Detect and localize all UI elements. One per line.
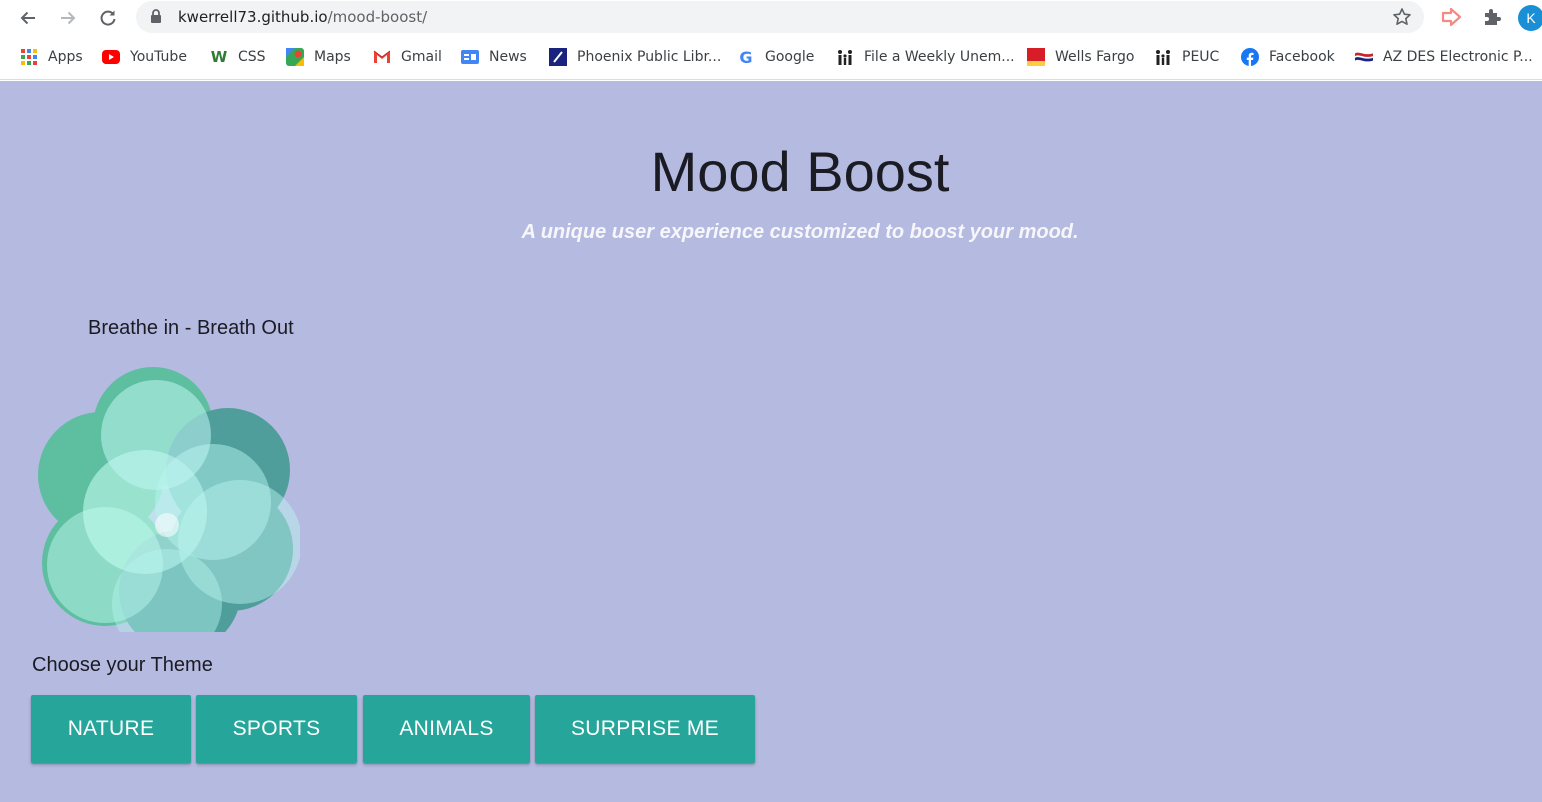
breathing-flower-animation	[38, 367, 300, 632]
google-news-icon	[461, 48, 479, 66]
lock-icon	[150, 9, 162, 29]
page-body: Mood Boost A unique user experience cust…	[0, 81, 1542, 802]
bookmark-youtube[interactable]: YouTube	[102, 46, 187, 68]
profile-avatar[interactable]: K	[1518, 5, 1542, 31]
bookmarks-bar: Apps YouTube W CSS Maps Gmail News Phoeni…	[0, 36, 1542, 80]
family-icon	[1154, 48, 1172, 66]
page-title: Mood Boost	[650, 140, 950, 203]
youtube-icon	[102, 48, 120, 66]
flower-petal	[101, 380, 211, 490]
flag-icon	[1355, 48, 1373, 66]
theme-label: Choose your Theme	[32, 654, 213, 676]
browser-toolbar: kwerrell73.github.io/mood-boost/ K	[0, 0, 1542, 36]
extension-arrow-icon[interactable]	[1440, 5, 1464, 34]
bookmark-news[interactable]: News	[461, 46, 527, 68]
facebook-icon	[1241, 48, 1259, 66]
bookmark-facebook[interactable]: Facebook	[1241, 46, 1335, 68]
theme-nature-button[interactable]: NATURE	[31, 695, 191, 763]
extensions-puzzle-icon[interactable]	[1481, 5, 1505, 34]
bookmark-phoenix-library[interactable]: Phoenix Public Libr...	[549, 46, 721, 68]
apps-grid-icon	[20, 48, 38, 66]
bookmark-file-weekly[interactable]: File a Weekly Unem...	[836, 46, 1015, 68]
maps-icon	[286, 48, 304, 66]
bookmark-az-des[interactable]: AZ DES Electronic P...	[1355, 46, 1533, 68]
bookmark-gmail[interactable]: Gmail	[373, 46, 442, 68]
flower-center	[155, 513, 179, 537]
wells-fargo-icon	[1027, 48, 1045, 66]
address-bar[interactable]: kwerrell73.github.io/mood-boost/	[136, 1, 1424, 33]
family-icon	[836, 48, 854, 66]
gmail-icon	[373, 48, 391, 66]
breathe-label: Breathe in - Breath Out	[88, 317, 294, 339]
library-icon	[549, 48, 567, 66]
google-icon: G	[739, 47, 753, 67]
theme-surprise-me-button[interactable]: SURPRISE ME	[535, 695, 755, 763]
bookmark-css[interactable]: W CSS	[210, 46, 266, 68]
page-subtitle: A unique user experience customized to b…	[521, 221, 1079, 243]
theme-sports-button[interactable]: SPORTS	[196, 695, 357, 763]
reload-icon[interactable]	[95, 5, 121, 31]
forward-arrow-icon[interactable]	[55, 5, 81, 31]
bookmark-apps[interactable]: Apps	[20, 46, 83, 68]
bookmark-star-icon[interactable]	[1392, 7, 1412, 32]
theme-animals-button[interactable]: ANIMALS	[363, 695, 530, 763]
url-text: kwerrell73.github.io/mood-boost/	[178, 8, 428, 26]
bookmark-google[interactable]: G Google	[737, 46, 814, 68]
bookmark-peuc[interactable]: PEUC	[1154, 46, 1219, 68]
bookmark-wells-fargo[interactable]: Wells Fargo	[1027, 46, 1134, 68]
back-arrow-icon[interactable]	[15, 5, 41, 31]
bookmark-maps[interactable]: Maps	[286, 46, 351, 68]
w3schools-icon: W	[210, 48, 228, 66]
